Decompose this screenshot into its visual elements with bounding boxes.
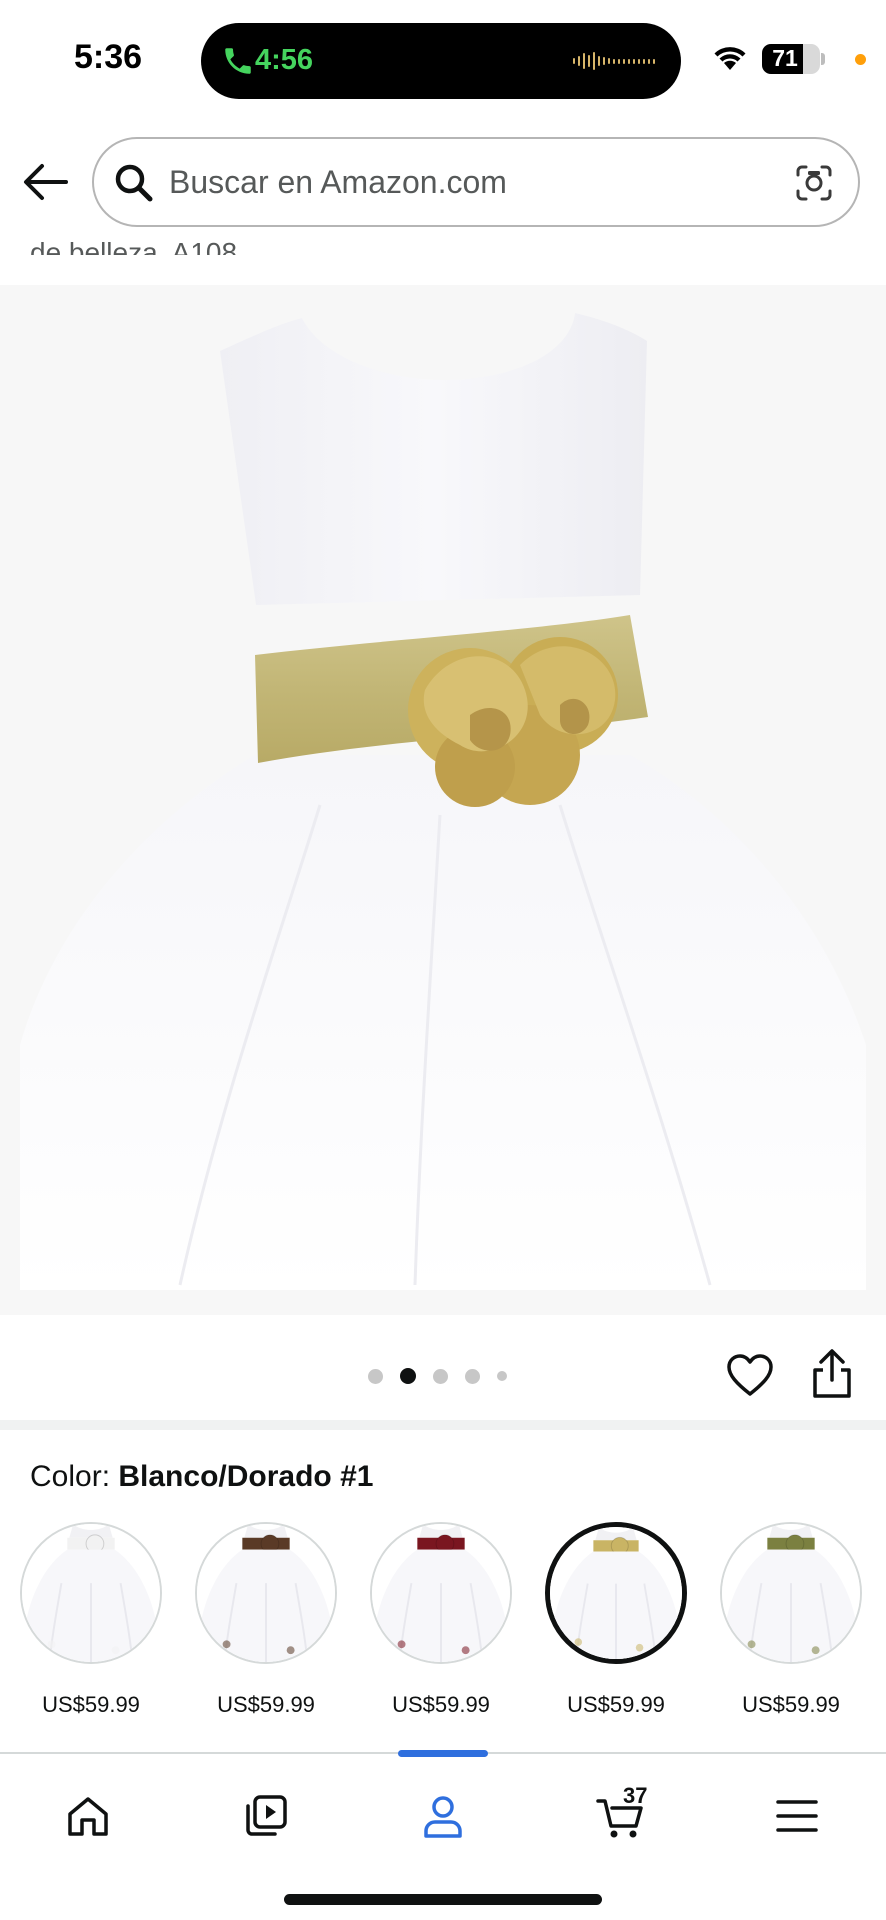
cart-count-badge: 37 (623, 1783, 648, 1808)
swatch-price: US$59.99 (742, 1692, 840, 1717)
audio-waveform-icon (573, 51, 655, 71)
home-icon (68, 1797, 108, 1836)
wifi-icon (714, 47, 746, 70)
nav-cart[interactable]: 37 (585, 1780, 655, 1850)
search-bar[interactable] (92, 137, 860, 227)
color-swatch[interactable]: US$59.99 (193, 1522, 339, 1722)
swatch-price: US$59.99 (567, 1692, 665, 1717)
color-swatch[interactable]: US$59.99 (718, 1522, 864, 1722)
share-icon[interactable] (808, 1348, 856, 1400)
carousel-dot[interactable] (433, 1368, 448, 1384)
account-icon (424, 1796, 462, 1838)
nav-video[interactable] (230, 1780, 300, 1850)
status-time: 5:36 (74, 38, 143, 76)
selected-color-name: Blanco/Dorado #1 (118, 1460, 374, 1493)
swatch-thumbnail (195, 1522, 337, 1664)
heart-icon[interactable] (726, 1352, 774, 1400)
carousel-dot[interactable] (465, 1368, 480, 1384)
nav-menu[interactable] (762, 1780, 832, 1850)
camera-scan-icon[interactable] (792, 161, 836, 205)
nav-home[interactable] (53, 1780, 123, 1850)
battery-indicator: 71 (762, 44, 820, 74)
search-header (0, 120, 886, 242)
color-label: Color: (30, 1460, 111, 1493)
swatch-thumbnail (370, 1522, 512, 1664)
back-arrow-icon[interactable] (20, 160, 70, 204)
status-bar: 5:36 4:56 71 (0, 0, 886, 120)
carousel-dot[interactable] (497, 1371, 507, 1381)
swatch-price: US$59.99 (392, 1692, 490, 1717)
color-swatch[interactable]: US$59.99 (543, 1522, 689, 1722)
product-image-white-dress-gold-sash (20, 285, 866, 1290)
battery-tip (821, 53, 825, 65)
phone-icon (225, 48, 251, 74)
amazon-product-page: 5:36 4:56 71 Buscar en Amazon.com de bel… (0, 0, 886, 1920)
active-tab-indicator (398, 1750, 488, 1757)
search-icon (115, 164, 153, 202)
swatch-thumbnail (545, 1522, 687, 1664)
menu-icon (776, 1800, 818, 1832)
nav-account[interactable] (408, 1780, 478, 1850)
color-heading: Color: Blanco/Dorado #1 (30, 1460, 373, 1494)
section-divider (0, 1420, 886, 1430)
call-duration: 4:56 (255, 44, 314, 76)
carousel-dot[interactable] (368, 1368, 383, 1384)
privacy-indicator-dot (855, 54, 866, 65)
swatch-price: US$59.99 (42, 1692, 140, 1717)
image-pagination-dots[interactable] (368, 1366, 524, 1386)
carousel-dot-active[interactable] (400, 1368, 416, 1384)
battery-level: 71 (772, 45, 798, 71)
search-input[interactable] (169, 159, 729, 205)
product-image-carousel[interactable] (0, 285, 886, 1315)
color-swatch[interactable]: US$59.99 (18, 1522, 164, 1722)
swatch-thumbnail (720, 1522, 862, 1664)
swatch-thumbnail (20, 1522, 162, 1664)
swatch-price: US$59.99 (217, 1692, 315, 1717)
color-swatch[interactable]: US$59.99 (368, 1522, 514, 1722)
dynamic-island-call[interactable]: 4:56 (201, 23, 681, 99)
home-indicator[interactable] (284, 1894, 602, 1905)
video-library-icon (246, 1795, 287, 1836)
